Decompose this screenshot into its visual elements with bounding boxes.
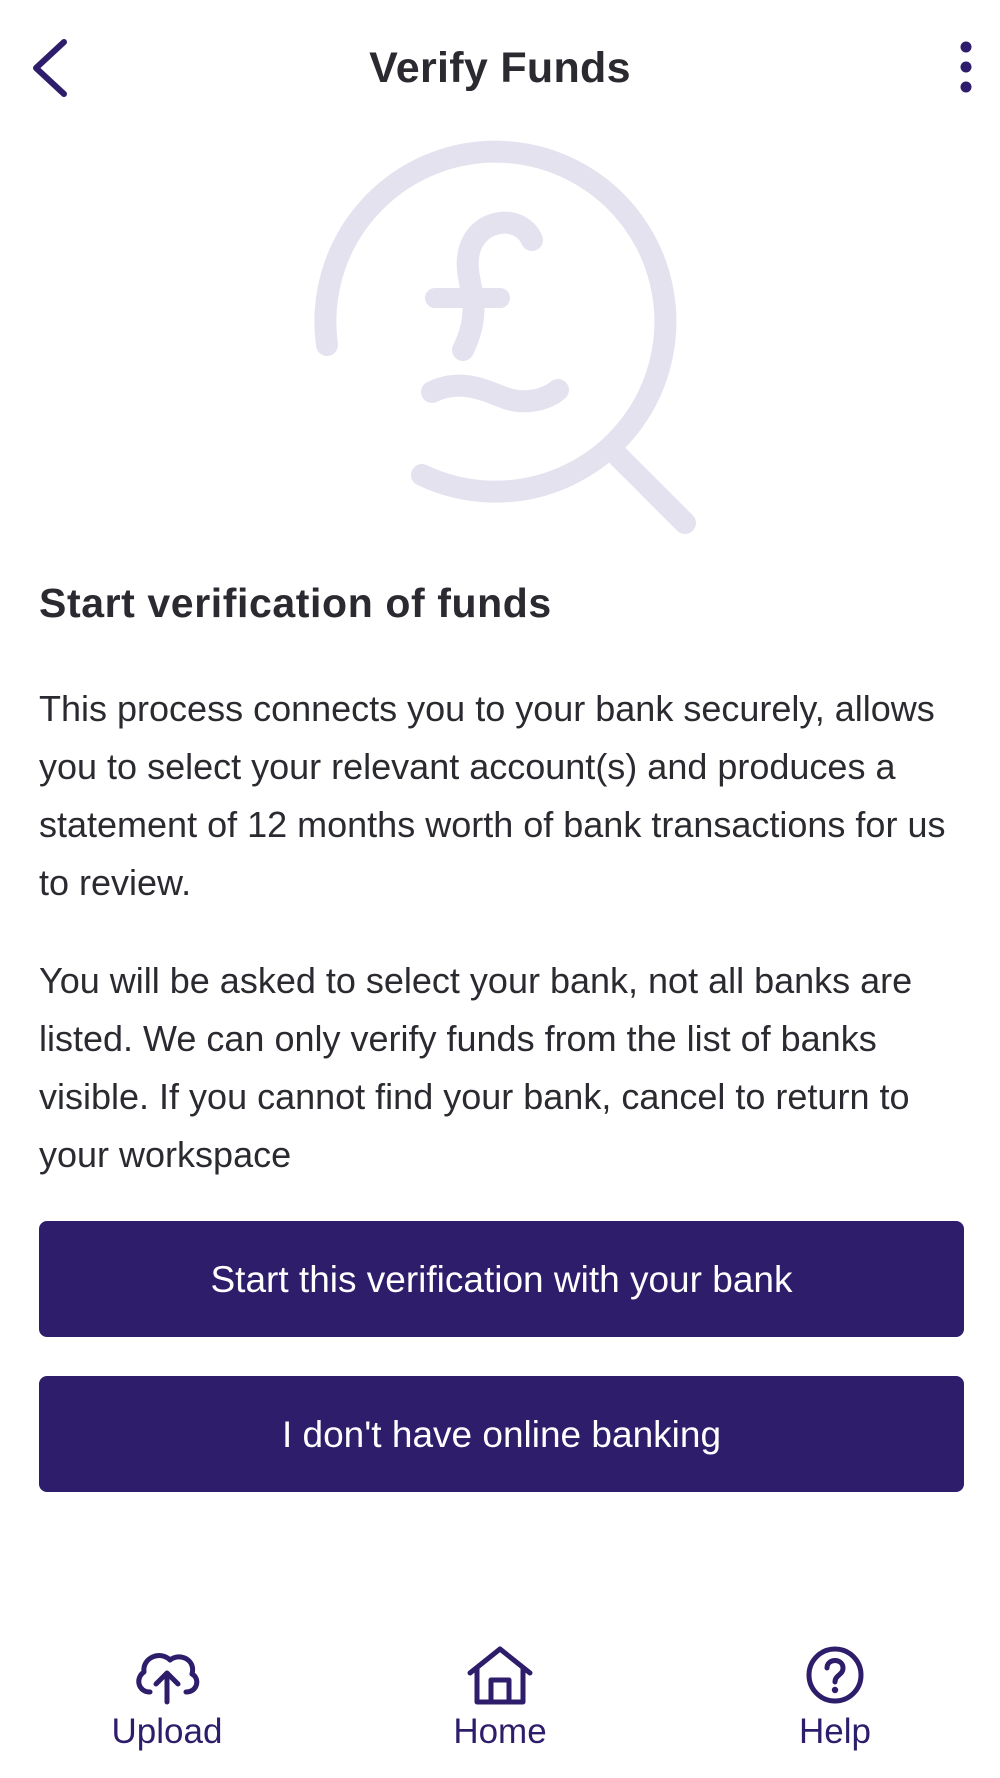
bottom-nav: Upload Home Help	[0, 1620, 1000, 1778]
app-header: Verify Funds	[0, 0, 1000, 140]
more-options-button[interactable]	[928, 36, 978, 100]
section-heading: Start verification of funds	[39, 580, 552, 626]
nav-upload[interactable]: Upload	[67, 1620, 267, 1778]
pound-magnifier-icon	[300, 140, 700, 540]
cloud-upload-icon	[136, 1653, 200, 1705]
page-title: Verify Funds	[369, 44, 631, 92]
nav-help[interactable]: Help	[735, 1620, 935, 1778]
nav-upload-label: Upload	[111, 1712, 223, 1751]
nav-help-label: Help	[799, 1712, 871, 1751]
home-icon	[467, 1646, 533, 1705]
bank-list-notice: You will be asked to select your bank, n…	[39, 960, 913, 1175]
nav-home[interactable]: Home	[400, 1620, 600, 1778]
no-online-banking-button[interactable]: I don't have online banking	[39, 1376, 964, 1492]
start-verification-button[interactable]: Start this verification with your bank	[39, 1221, 964, 1337]
more-vertical-icon	[960, 41, 972, 93]
description-paragraph: This process connects you to your bank s…	[39, 688, 946, 903]
nav-home-label: Home	[453, 1712, 547, 1751]
help-circle-icon	[806, 1646, 864, 1704]
